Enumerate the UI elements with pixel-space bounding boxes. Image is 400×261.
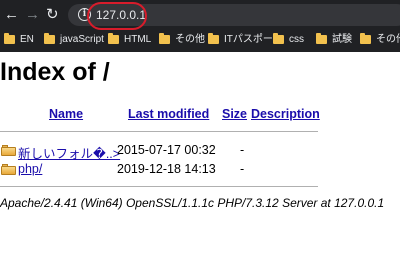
- column-header-size[interactable]: Size: [222, 107, 247, 121]
- browser-chrome: ← → ↻ i 127.0.0.1 EN javaScript HTML その他…: [0, 0, 400, 52]
- folder-icon: [360, 33, 371, 44]
- folder-icon: [273, 33, 284, 44]
- back-icon[interactable]: ←: [4, 6, 19, 24]
- bookmark-label: その他: [376, 34, 400, 45]
- column-header-last-modified[interactable]: Last modified: [128, 107, 209, 121]
- folder-icon: [159, 33, 170, 44]
- bookmark-label: 試験: [332, 34, 352, 45]
- folder-icon: [44, 33, 55, 44]
- bookmark-label: css: [289, 34, 304, 45]
- bookmark-label: EN: [20, 34, 34, 45]
- server-signature: Apache/2.4.41 (Win64) OpenSSL/1.1.1c PHP…: [0, 196, 385, 210]
- folder-icon: [316, 33, 327, 44]
- row-size: -: [240, 162, 245, 176]
- page-title: Index of /: [0, 58, 110, 86]
- folder-icon: [1, 164, 16, 175]
- table-divider-bottom: [0, 186, 318, 187]
- folder-icon: [108, 33, 119, 44]
- column-header-description[interactable]: Description: [251, 107, 320, 121]
- row-name-link[interactable]: php/: [18, 162, 42, 176]
- url-highlight-annotation: [87, 2, 147, 30]
- reload-icon[interactable]: ↻: [46, 6, 59, 24]
- table-divider-top: [0, 131, 318, 132]
- bookmark-label: javaScript: [60, 34, 104, 45]
- bookmarks-bar: EN javaScript HTML その他 ITパスポート css 試験 その: [0, 30, 400, 50]
- forward-icon[interactable]: →: [25, 6, 40, 24]
- bookmark-label: HTML: [124, 34, 152, 45]
- row-last-modified: 2015-07-17 00:32: [117, 143, 216, 157]
- row-last-modified: 2019-12-18 14:13: [117, 162, 216, 176]
- column-header-name[interactable]: Name: [49, 107, 83, 121]
- folder-icon: [1, 145, 16, 156]
- folder-icon: [208, 33, 219, 44]
- row-size: -: [240, 143, 245, 157]
- folder-icon: [4, 33, 15, 44]
- row-name-link[interactable]: 新しいフォル�..>: [18, 143, 120, 162]
- bookmark-label: その他: [175, 34, 205, 45]
